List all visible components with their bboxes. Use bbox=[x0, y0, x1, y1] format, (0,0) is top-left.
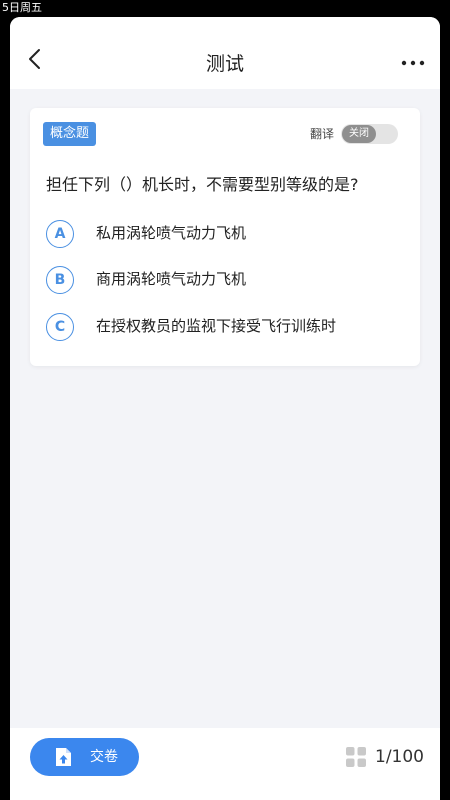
option-b[interactable]: B 商用涡轮喷气动力飞机 bbox=[46, 264, 406, 296]
option-text: 私用涡轮喷气动力飞机 bbox=[96, 224, 247, 242]
more-dots-icon bbox=[401, 60, 425, 66]
grid-icon bbox=[346, 747, 366, 767]
option-letter: A bbox=[46, 220, 74, 248]
translate-label: 翻译 bbox=[310, 127, 335, 141]
page-title: 测试 bbox=[205, 53, 244, 75]
document-upload-icon bbox=[56, 748, 71, 766]
question-card: 概念题 翻译 关闭 担任下列（）机长时，不需要型别等级的是? A 私用涡轮喷气动… bbox=[30, 108, 420, 366]
option-text: 商用涡轮喷气动力飞机 bbox=[96, 270, 247, 288]
bottom-bar: 交卷 1/100 bbox=[10, 728, 440, 800]
question-progress: 1/100 bbox=[375, 747, 424, 767]
status-bar: 5日周五 bbox=[0, 0, 450, 16]
question-text: 担任下列（）机长时，不需要型别等级的是? bbox=[46, 175, 359, 194]
answer-sheet-button[interactable] bbox=[346, 747, 366, 767]
status-date: 5日周五 bbox=[2, 1, 42, 14]
translate-toggle[interactable]: 关闭 bbox=[341, 124, 398, 144]
submit-label: 交卷 bbox=[90, 749, 118, 765]
option-letter: C bbox=[46, 313, 74, 341]
quiz-sheet: 测试 概念题 翻译 关闭 担任下列（）机长时，不需要型别等级的是? A 私用涡轮… bbox=[10, 17, 440, 800]
option-c[interactable]: C 在授权教员的监视下接受飞行训练时 bbox=[46, 311, 406, 343]
option-letter: B bbox=[46, 266, 74, 294]
nav-bar: 测试 bbox=[10, 17, 440, 89]
option-a[interactable]: A 私用涡轮喷气动力飞机 bbox=[46, 218, 406, 250]
question-type-badge: 概念题 bbox=[43, 122, 97, 146]
submit-button[interactable]: 交卷 bbox=[30, 738, 139, 776]
more-button[interactable] bbox=[400, 53, 426, 73]
option-text: 在授权教员的监视下接受飞行训练时 bbox=[96, 317, 337, 335]
translate-toggle-state: 关闭 bbox=[342, 125, 376, 143]
